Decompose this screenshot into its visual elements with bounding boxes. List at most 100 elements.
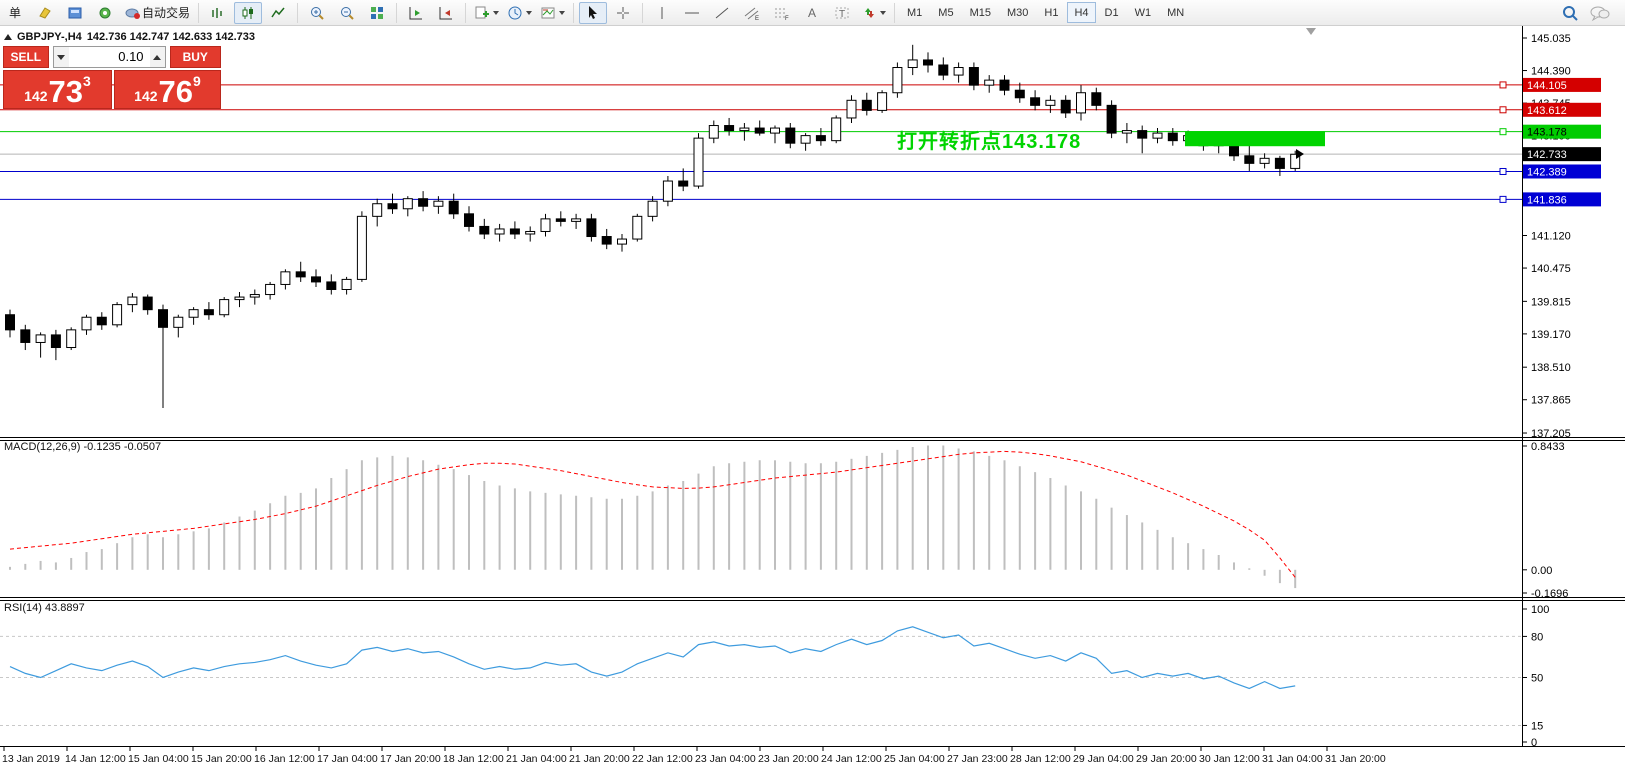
metaeditor-icon[interactable] <box>61 2 89 24</box>
indicators-icon <box>474 5 490 21</box>
arrows-icon <box>861 5 877 21</box>
arrows-tool-button[interactable] <box>858 2 889 24</box>
auto-scroll-icon <box>408 5 424 21</box>
timeframe-M1[interactable]: M1 <box>900 2 929 23</box>
cursor-tool-button[interactable] <box>579 2 607 24</box>
search-button[interactable] <box>1556 2 1584 24</box>
indicators-button[interactable] <box>471 2 502 24</box>
sell-price-main: 73 <box>49 77 83 107</box>
periods-button[interactable] <box>504 2 535 24</box>
line-chart-icon <box>270 5 286 21</box>
vertical-line-tool-button[interactable] <box>648 2 676 24</box>
time-axis-label: 17 Jan 04:00 <box>317 753 378 765</box>
clock-icon <box>507 5 523 21</box>
chart-canvas[interactable]: 145.035144.390143.745143.100142.455141.8… <box>0 0 1625 767</box>
timeframe-D1[interactable]: D1 <box>1098 2 1126 23</box>
sell-price-prefix: 142 <box>24 88 47 104</box>
text-label-icon: T <box>834 5 850 21</box>
styler-icon[interactable] <box>31 2 59 24</box>
auto-scroll-button[interactable] <box>402 2 430 24</box>
svg-text:143.612: 143.612 <box>1527 105 1567 117</box>
sell-price-display[interactable]: 142 73 3 <box>3 70 112 109</box>
main-toolbar: 单 自动交易 E <box>0 0 1625 26</box>
buy-price-main: 76 <box>159 77 193 107</box>
line-handle[interactable] <box>1500 107 1506 113</box>
fibonacci-icon: F <box>773 5 791 21</box>
crosshair-tool-button[interactable] <box>609 2 637 24</box>
autotrade-button[interactable]: 自动交易 <box>121 2 193 24</box>
chart-shift-marker-icon[interactable] <box>1306 28 1316 35</box>
buy-button[interactable]: BUY <box>170 46 221 68</box>
line-handle[interactable] <box>1500 82 1506 88</box>
new-order-button[interactable]: 单 <box>1 2 29 24</box>
svg-text:144.390: 144.390 <box>1531 66 1571 78</box>
time-axis-label: 28 Jan 12:00 <box>1010 753 1071 765</box>
svg-text:142.733: 142.733 <box>1527 149 1567 161</box>
time-axis-label: 14 Jan 12:00 <box>65 753 126 765</box>
templates-button[interactable] <box>537 2 568 24</box>
bar-chart-button[interactable] <box>204 2 232 24</box>
separator <box>642 3 643 23</box>
line-handle[interactable] <box>1500 129 1506 135</box>
pivot-annotation-text[interactable]: 打开转折点143.178 <box>897 125 1081 154</box>
svg-text:137.205: 137.205 <box>1531 428 1571 440</box>
line-chart-button[interactable] <box>264 2 292 24</box>
line-handle[interactable] <box>1500 168 1506 174</box>
tile-windows-button[interactable] <box>363 2 391 24</box>
rsi-pane <box>0 627 1522 726</box>
autotrade-label: 自动交易 <box>142 4 190 21</box>
time-axis-label: 29 Jan 20:00 <box>1136 753 1197 765</box>
line-handle[interactable] <box>1500 196 1506 202</box>
svg-text:138.510: 138.510 <box>1531 362 1571 374</box>
time-axis-label: 21 Jan 20:00 <box>569 753 630 765</box>
svg-text:144.105: 144.105 <box>1527 80 1567 92</box>
timeframe-M15[interactable]: M15 <box>963 2 998 23</box>
symbol-period-label: GBPJPY-,H4 <box>17 31 82 43</box>
zoom-out-icon <box>339 5 355 21</box>
svg-text:0.00: 0.00 <box>1531 565 1552 577</box>
svg-text:80: 80 <box>1531 631 1543 643</box>
time-axis-label: 24 Jan 12:00 <box>821 753 882 765</box>
chat-button[interactable] <box>1586 2 1614 24</box>
svg-text:137.865: 137.865 <box>1531 395 1571 407</box>
svg-text:139.170: 139.170 <box>1531 329 1571 341</box>
time-axis-label: 25 Jan 04:00 <box>884 753 945 765</box>
timeframe-H1[interactable]: H1 <box>1037 2 1065 23</box>
svg-text:15: 15 <box>1531 720 1543 732</box>
horizontal-line-tool-button[interactable] <box>678 2 706 24</box>
fibonacci-tool-button[interactable]: F <box>768 2 796 24</box>
sell-button[interactable]: SELL <box>3 46 49 68</box>
bar-chart-icon <box>210 5 226 21</box>
timeframe-M30[interactable]: M30 <box>1000 2 1035 23</box>
cloud-icon <box>124 5 142 21</box>
template-icon <box>540 5 556 21</box>
candlestick-chart-button[interactable] <box>234 2 262 24</box>
zoom-in-button[interactable] <box>303 2 331 24</box>
timeframe-MN[interactable]: MN <box>1160 2 1191 23</box>
timeframe-M5[interactable]: M5 <box>931 2 960 23</box>
channel-tool-button[interactable]: E <box>738 2 766 24</box>
buy-price-display[interactable]: 142 76 9 <box>114 70 221 109</box>
trendline-icon <box>714 5 730 21</box>
timeframe-W1[interactable]: W1 <box>1128 2 1159 23</box>
volume-increase-button[interactable] <box>150 47 165 67</box>
time-axis-label: 23 Jan 04:00 <box>695 753 756 765</box>
rsi-line <box>10 627 1295 689</box>
separator <box>297 3 298 23</box>
text-label-tool-button[interactable]: T <box>828 2 856 24</box>
time-axis-label: 21 Jan 04:00 <box>506 753 567 765</box>
price-axis[interactable]: 145.035144.390143.745143.100142.455141.8… <box>1522 33 1601 749</box>
time-axis-label: 22 Jan 12:00 <box>632 753 693 765</box>
chart-shift-button[interactable] <box>432 2 460 24</box>
highlight-rectangle[interactable] <box>1185 131 1325 146</box>
signals-icon[interactable] <box>91 2 119 24</box>
dropdown-arrow-icon <box>493 11 499 15</box>
timeframe-H4[interactable]: H4 <box>1067 2 1095 23</box>
volume-input[interactable]: 0.10 <box>69 47 150 67</box>
trendline-tool-button[interactable] <box>708 2 736 24</box>
svg-text:0.8433: 0.8433 <box>1531 441 1565 453</box>
text-tool-button[interactable]: A <box>798 2 826 24</box>
collapse-panel-icon[interactable] <box>4 34 12 40</box>
zoom-out-button[interactable] <box>333 2 361 24</box>
volume-decrease-button[interactable] <box>54 47 69 67</box>
